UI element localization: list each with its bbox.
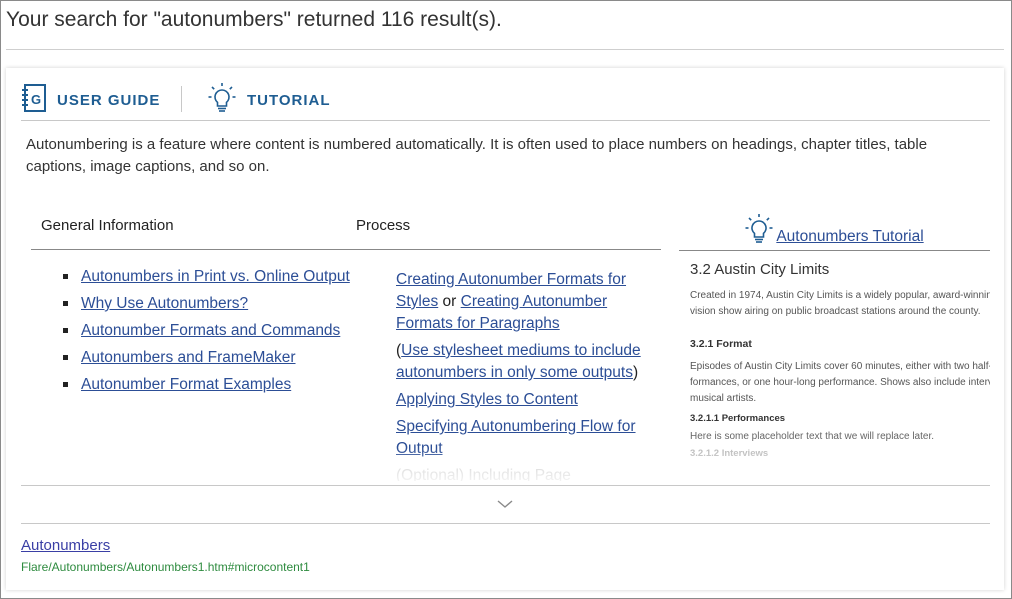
list-item: Why Use Autonumbers? — [63, 293, 351, 315]
info-link[interactable]: Autonumber Formats and Commands — [81, 322, 340, 339]
process-step: 1. Creating Autonumber Formats for Style… — [396, 269, 656, 384]
process-heading: Process — [356, 217, 411, 234]
preview-heading: 3.2 Austin City Limits — [690, 261, 830, 278]
lightbulb-icon — [207, 82, 237, 119]
svg-text:G: G — [31, 92, 41, 107]
process-step: 4. (Optional) Including Page — [396, 465, 656, 481]
title-divider — [6, 49, 1004, 50]
process-step: 2. Applying Styles to Content — [396, 389, 656, 411]
process-step: 3. Specifying Autonumbering Flow for Out… — [396, 416, 656, 460]
step-text: (Optional) Including Page — [396, 467, 571, 481]
info-link[interactable]: Autonumbers in Print vs. Online Output — [81, 268, 350, 285]
step-or-text: or — [442, 293, 457, 310]
tutorial-preview[interactable]: 3.2 Austin City Limits Created in 1974, … — [679, 250, 990, 481]
info-link[interactable]: Why Use Autonumbers? — [81, 295, 248, 312]
preview-subheading: 3.2.1 Format — [690, 338, 752, 350]
preview-paragraph: Episodes of Austin City Limits cover 60 … — [690, 359, 990, 407]
result-divider — [21, 523, 990, 524]
preview-subheading: 3.2.1.2 Interviews — [690, 448, 769, 459]
step-note: (Use stylesheet mediums to include auton… — [396, 340, 656, 384]
lightbulb-icon — [744, 213, 774, 250]
list-item: Autonumber Format Examples — [63, 374, 351, 396]
result-card: G USER GUIDE TUTORIAL Autonumbering is a… — [6, 68, 1004, 590]
chevron-down-icon — [494, 499, 516, 516]
tab-tutorial-label: TUTORIAL — [247, 91, 331, 109]
user-guide-book-icon: G — [21, 83, 47, 118]
result-title-link[interactable]: Autonumbers — [21, 537, 110, 554]
step-link[interactable]: Applying Styles to Content — [396, 391, 578, 408]
info-link[interactable]: Autonumber Format Examples — [81, 376, 291, 393]
general-info-list: Autonumbers in Print vs. Online Output W… — [56, 266, 351, 401]
tab-separator — [181, 86, 182, 112]
preview-line: musical artists. — [690, 393, 757, 404]
preview-line: Created in 1974, Austin City Limits is a… — [690, 290, 990, 301]
info-link[interactable]: Autonumbers and FrameMaker — [81, 349, 296, 366]
expand-divider — [21, 485, 990, 486]
list-item: Autonumbers and FrameMaker — [63, 347, 351, 369]
result-path: Flare/Autonumbers/Autonumbers1.htm#micro… — [21, 560, 310, 574]
step-note-link[interactable]: Use stylesheet mediums to include autonu… — [396, 342, 641, 381]
note-paren: ) — [632, 364, 639, 381]
preview-paragraph: Created in 1974, Austin City Limits is a… — [690, 288, 990, 320]
preview-line: Episodes of Austin City Limits cover 60 … — [690, 361, 990, 372]
tab-user-guide[interactable]: G USER GUIDE — [21, 83, 161, 118]
tab-bar: G USER GUIDE TUTORIAL — [21, 82, 990, 121]
intro-text: Autonumbering is a feature where content… — [26, 136, 928, 175]
tutorial-link[interactable]: Autonumbers Tutorial — [776, 228, 923, 246]
preview-subheading: 3.2.1.1 Performances — [690, 413, 786, 424]
process-list: 1. Creating Autonumber Formats for Style… — [396, 269, 656, 481]
tutorial-panel-header: Autonumbers Tutorial — [678, 206, 990, 250]
tab-user-guide-label: USER GUIDE — [57, 91, 161, 109]
step-link[interactable]: Specifying Autonumbering Flow for Output — [396, 418, 636, 457]
columns-divider — [31, 249, 661, 250]
preview-paragraph: Here is some placeholder text that we wi… — [690, 431, 935, 442]
expand-button[interactable] — [494, 496, 516, 512]
preview-line: formances, or one hour-long performance.… — [690, 377, 990, 388]
general-info-heading: General Information — [41, 217, 174, 234]
list-item: Autonumbers in Print vs. Online Output — [63, 266, 351, 288]
preview-line: vision show airing on public broadcast s… — [690, 306, 981, 317]
tab-tutorial[interactable]: TUTORIAL — [207, 82, 331, 119]
list-item: Autonumber Formats and Commands — [63, 320, 351, 342]
search-summary: Your search for "autonumbers" returned 1… — [6, 8, 502, 31]
